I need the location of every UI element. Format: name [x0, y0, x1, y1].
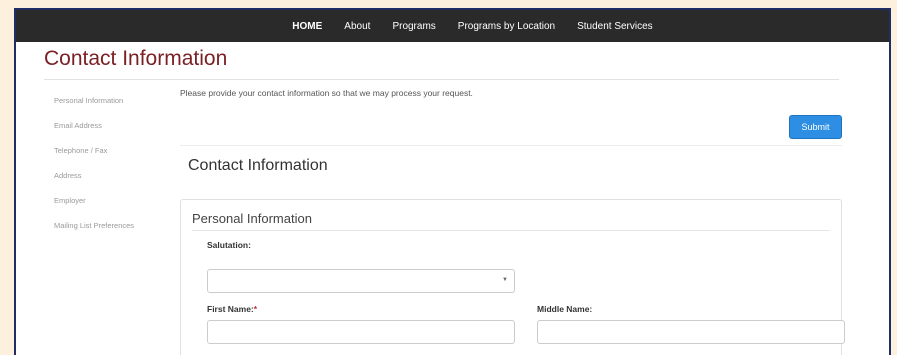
section-divider	[180, 145, 842, 146]
sidebar-item-email-address[interactable]: Email Address	[54, 119, 164, 144]
nav-about[interactable]: About	[344, 21, 370, 32]
intro-text: Please provide your contact information …	[180, 88, 473, 98]
panel-title: Personal Information	[192, 211, 312, 226]
sidebar-item-address[interactable]: Address	[54, 169, 164, 194]
nav-programs-by-location[interactable]: Programs by Location	[458, 21, 555, 32]
sidebar-item-employer[interactable]: Employer	[54, 194, 164, 219]
sidebar-nav: Personal Information Email Address Telep…	[54, 94, 164, 244]
submit-button[interactable]: Submit	[789, 115, 842, 139]
first-name-input[interactable]	[207, 320, 515, 344]
nav-home[interactable]: HOME	[292, 21, 322, 32]
chevron-down-icon: ▼	[502, 277, 508, 283]
first-name-label-text: First Name:	[207, 304, 254, 314]
section-title: Contact Information	[188, 157, 328, 174]
required-marker: *	[253, 304, 258, 314]
salutation-label: Salutation:	[207, 240, 251, 250]
panel-divider	[192, 230, 830, 231]
title-divider	[44, 79, 839, 80]
middle-name-label: Middle Name:	[537, 304, 593, 314]
top-nav: HOME About Programs Programs by Location…	[16, 10, 889, 42]
sidebar-item-mailing-list-preferences[interactable]: Mailing List Preferences	[54, 219, 164, 244]
page-title: Contact Information	[44, 47, 228, 70]
first-name-label: First Name:*	[207, 304, 257, 314]
sidebar-item-telephone-fax[interactable]: Telephone / Fax	[54, 144, 164, 169]
nav-programs[interactable]: Programs	[392, 21, 435, 32]
nav-student-services[interactable]: Student Services	[577, 21, 653, 32]
sidebar-item-personal-information[interactable]: Personal Information	[54, 94, 164, 119]
salutation-select[interactable]: ▼	[207, 269, 515, 293]
middle-name-input[interactable]	[537, 320, 845, 344]
